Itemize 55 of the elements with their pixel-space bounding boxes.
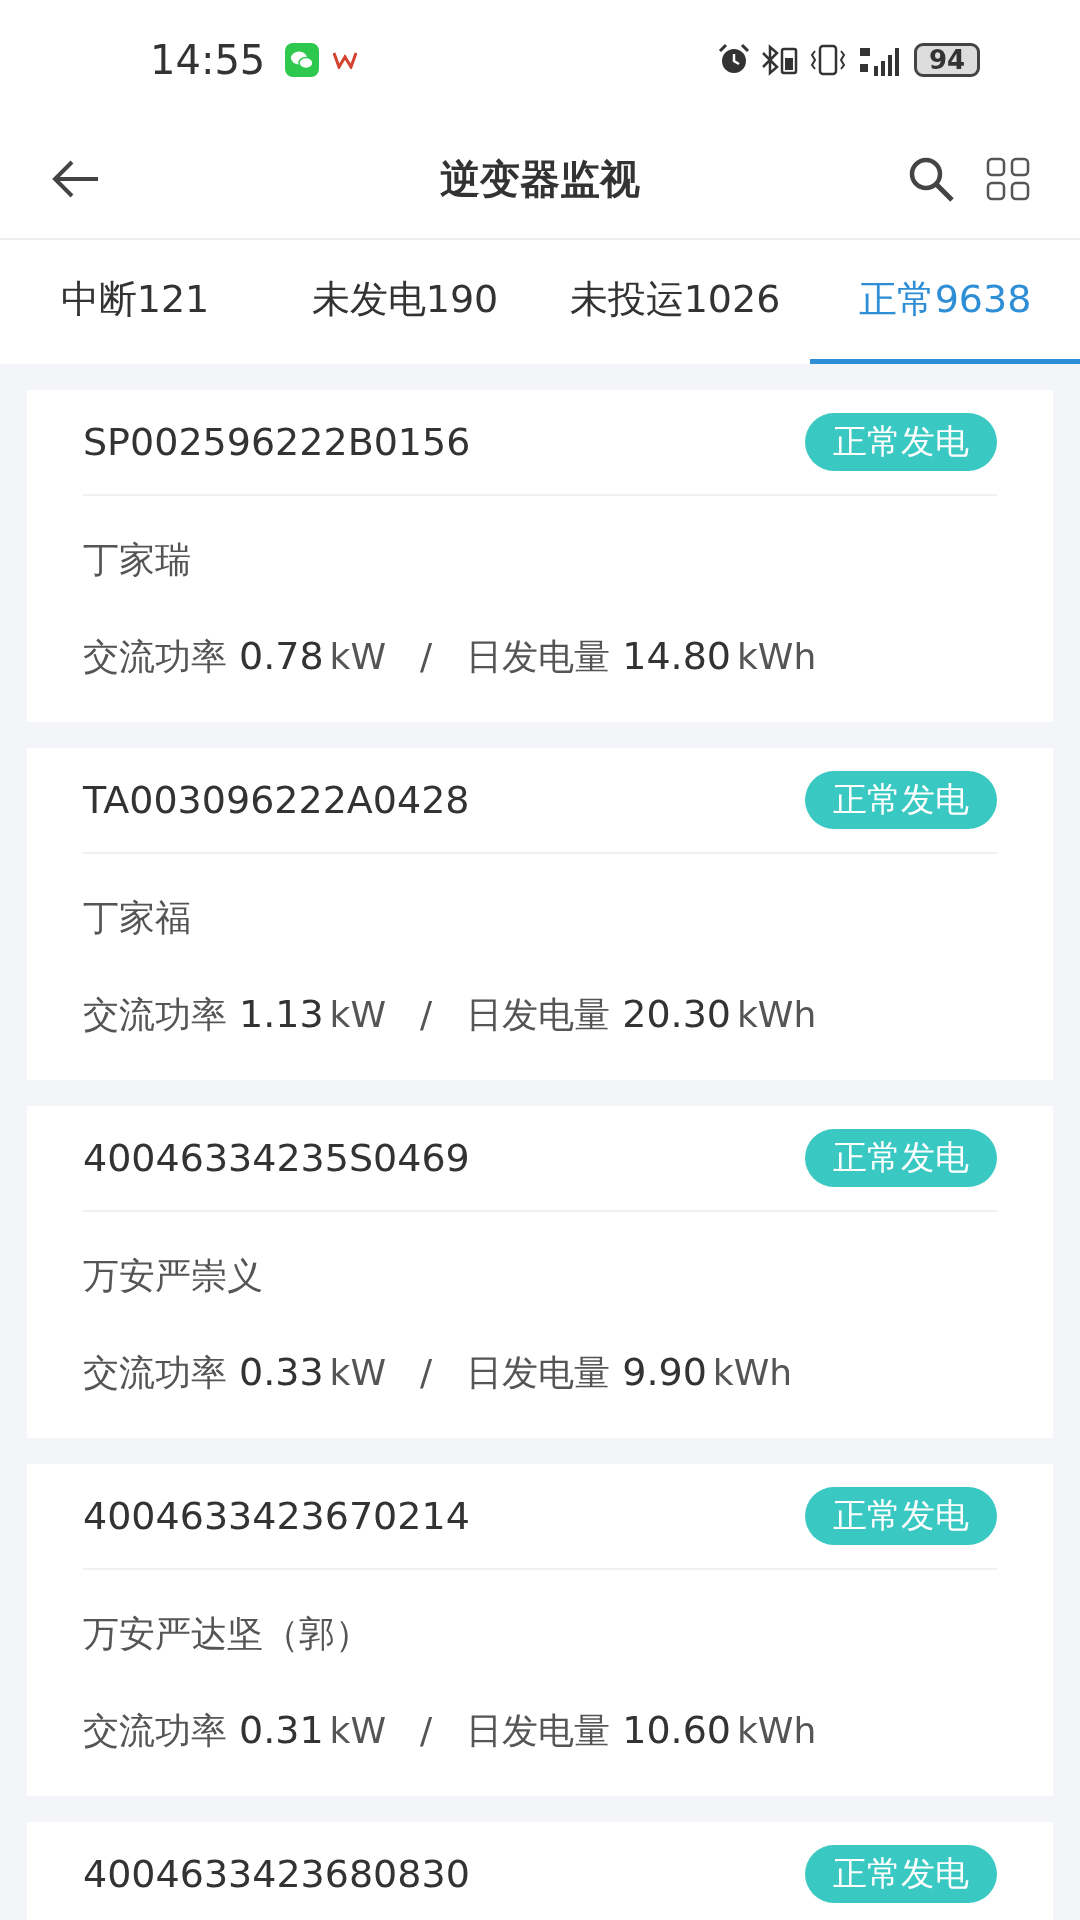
power-unit: kW <box>329 1352 387 1393</box>
power-label: 交流功率 <box>83 1351 227 1395</box>
grid-menu-icon[interactable] <box>986 157 1030 201</box>
energy-unit: kWh <box>737 994 817 1035</box>
power-label: 交流功率 <box>83 635 227 679</box>
inverter-serial: 4004633423670214 <box>83 1494 470 1538</box>
owner-name: 万安严崇义 <box>83 1254 264 1298</box>
energy-unit: kWh <box>737 636 817 677</box>
energy-label: 日发电量 <box>466 635 611 679</box>
status-badge: 正常发电 <box>805 1129 997 1187</box>
owner-name: 万安严达坚（郭） <box>83 1612 372 1656</box>
energy-value: 10.60 <box>622 1708 731 1752</box>
status-badge: 正常发电 <box>805 1845 997 1903</box>
inverter-serial: SP002596222B0156 <box>83 420 471 464</box>
power-value: 0.78 <box>239 634 324 678</box>
office-app-icon <box>333 51 358 69</box>
energy-value: 20.30 <box>622 992 731 1036</box>
energy-label: 日发电量 <box>466 1351 611 1395</box>
battery-icon: 94 <box>914 43 980 77</box>
vibrate-icon <box>808 43 848 77</box>
inverter-serial: 4004633423680830 <box>83 1852 470 1896</box>
inverter-serial: 40046334235S0469 <box>83 1136 470 1180</box>
status-badge: 正常发电 <box>805 771 997 829</box>
owner-name: 丁家瑞 <box>83 538 192 582</box>
inverter-card[interactable]: TA003096222A0428 正常发电 丁家福 交流功率 1.13 kW / 日发电量 20.30 kWh <box>27 748 1053 1080</box>
inverter-card[interactable]: 4004633423670214 正常发电 万安严达坚（郭） 交流功率 0.31 kW / 日发电量 10.60 kWh <box>27 1464 1053 1796</box>
energy-unit: kWh <box>712 1352 793 1393</box>
energy-value: 14.80 <box>622 634 731 678</box>
separator: / <box>420 1710 433 1751</box>
page-title: 逆变器监视 <box>439 154 641 204</box>
energy-label: 日发电量 <box>466 993 611 1037</box>
energy-unit: kWh <box>737 1710 817 1751</box>
power-value: 1.13 <box>239 992 324 1036</box>
status-badge: 正常发电 <box>805 413 997 471</box>
inverter-serial: TA003096222A0428 <box>83 778 470 822</box>
clock: 14:55 <box>150 37 266 83</box>
inverter-card[interactable]: 40046334235S0469 正常发电 万安严崇义 交流功率 0.33 kW / 日发电量 9.90 kWh <box>27 1106 1053 1438</box>
status-badge: 正常发电 <box>805 1487 997 1545</box>
inverter-card[interactable]: 4004633423680830 正常发电 <box>27 1822 1053 1920</box>
power-unit: kW <box>329 1710 387 1751</box>
power-value: 0.31 <box>239 1708 324 1752</box>
owner-name: 丁家福 <box>83 896 192 940</box>
power-label: 交流功率 <box>83 993 227 1037</box>
separator: / <box>420 636 433 677</box>
energy-label: 日发电量 <box>466 1709 611 1753</box>
power-label: 交流功率 <box>83 1709 227 1753</box>
power-unit: kW <box>329 636 387 677</box>
chat-app-icon <box>285 43 320 77</box>
bluetooth-battery-icon <box>760 43 800 77</box>
separator: / <box>420 1352 433 1393</box>
power-value: 0.33 <box>239 1350 324 1394</box>
inverter-card[interactable]: SP002596222B0156 正常发电 丁家瑞 交流功率 0.78 kW / 日发电量 14.80 kWh <box>27 390 1053 722</box>
power-unit: kW <box>329 994 387 1035</box>
separator: / <box>420 994 433 1035</box>
energy-value: 9.90 <box>622 1350 707 1394</box>
